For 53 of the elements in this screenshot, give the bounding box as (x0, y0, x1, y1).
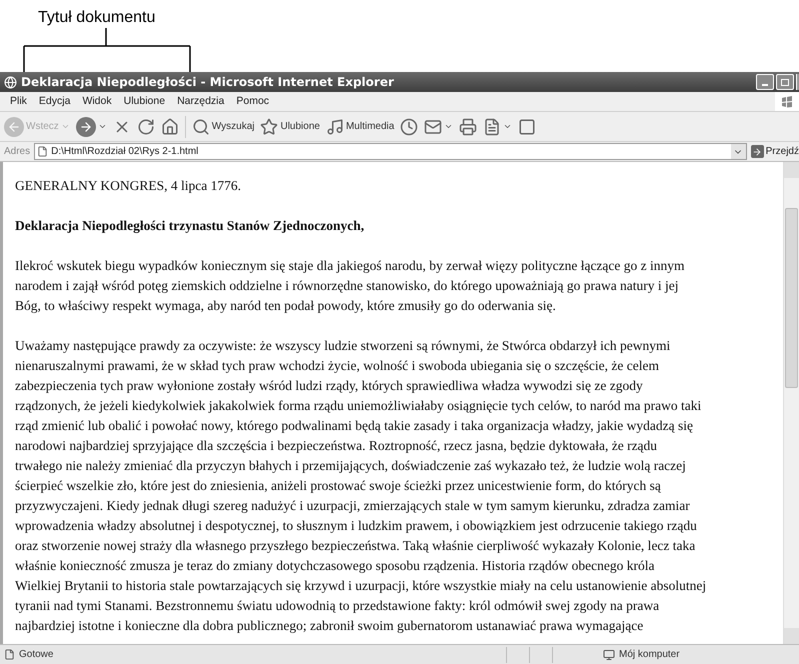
toolbar-button[interactable] (136, 118, 155, 136)
caret-icon (503, 122, 512, 131)
toolbar-button[interactable] (76, 116, 107, 136)
toolbar-button[interactable]: Wyszukaj (192, 118, 254, 136)
caret-icon (444, 122, 454, 131)
browser-icon (4, 76, 17, 88)
dropdown-button[interactable] (730, 144, 746, 159)
body-paragraph: Ilekroć wskutek biegu wypadków koniecznym się staje dla jakiegoś narodu, by zerwał więzy polityczne łączące go z innym narodem i zajął wśród potęg ziemskich oddzielne i równorzędne stanowisko, do którego upoważniają go prawa natury i jej Bóg, to właściwy respekt wymaga, aby naród ten podał powody, które zmusiły go do oderwania się. (15, 257, 685, 315)
menu-item[interactable]: Widok (76, 94, 118, 110)
menu-item[interactable]: Edycja (32, 94, 76, 110)
toolbar-button[interactable] (160, 118, 179, 136)
minimize-button[interactable] (756, 74, 774, 90)
menu-item[interactable]: Plik (4, 94, 33, 110)
star-icon (260, 118, 278, 136)
house-icon (160, 118, 179, 136)
close-button[interactable] (796, 74, 799, 90)
toolbar-button[interactable] (424, 118, 454, 136)
toolbar-button[interactable] (483, 118, 512, 136)
callout-label: Tytuł dokumentu (38, 8, 156, 28)
zone-text: Mój komputer (619, 648, 681, 662)
scroll-thumb[interactable] (785, 208, 798, 388)
dateline-text: GENERALNY KONGRES, 4 lipca 1776. (15, 177, 241, 195)
toolbar-button[interactable]: Multimedia (326, 118, 394, 136)
address-field[interactable]: D:\Html\Rozdział 02\Rys 2-1.html (34, 143, 747, 160)
page-icon (37, 146, 48, 157)
refresh-icon (136, 118, 155, 136)
envelope-icon (424, 118, 442, 136)
caret-icon (60, 122, 70, 131)
search-icon (192, 118, 210, 136)
toolbar-button[interactable] (400, 118, 418, 136)
restore-button[interactable] (776, 74, 794, 90)
menu-item[interactable]: Ulubione (118, 94, 172, 110)
printer-icon (459, 118, 478, 136)
computer-icon (603, 648, 615, 660)
status-text: Gotowe (19, 648, 54, 662)
address-label: Adres (4, 145, 30, 159)
caret-icon (98, 122, 107, 131)
toolbar-button[interactable]: Ulubione (260, 118, 320, 136)
window-title: Deklaracja Niepodległości - Microsoft Internet Explorer (21, 74, 394, 91)
vertical-scrollbar[interactable] (783, 162, 799, 644)
document-icon (483, 118, 502, 136)
clock-icon (400, 118, 418, 136)
music-note-icon (326, 118, 344, 136)
toolbar-button[interactable] (518, 118, 536, 136)
flag-icon (781, 96, 793, 108)
menu-item[interactable]: Pomoc (230, 94, 276, 110)
toolbar-button[interactable] (459, 118, 478, 136)
go-button[interactable]: Przejdź (750, 144, 799, 159)
page-icon (4, 649, 15, 660)
body-paragraph: Uważamy następujące prawdy za oczywiste: że wszyscy ludzie stworzeni są równymi, że Stwórca obdarzył ich pewnymi nienaruszalnymi prawami, że w skład tych praw wchodzi życie, wolność i swoboda ubiegania się o szczęście, że celem zabezpieczenia tych praw wyłonione zostały wśród ludzi rządy, których sprawiedliwa władza wywodzi się ze zgody rządzonych, że jeżeli kiedykolwiek jakakolwiek forma rządu uniemożliwiałaby osiągnięcie tych celów, to naród ma prawo taki rząd zmienić lub obalić i powołać nowy, którego podwalinami będą takie zasady i taka organizacja władzy, jakie wydadzą się narodowi najbardziej sprzyjające dla szczęścia i bezpieczeństwa. Roztropność, rzecz jasna, będzie dyktowała, że rządu trwałego nie należy zmieniać dla przyczyn błahych i przemijających, doświadczenie zaś wykazało też, że ludzie wolą raczej ścierpieć wszelkie zło, które jest do zniesienia, aniżeli prostować swoje ścieżki przez unicestwienie form, do których są przyzwyczajeni. Kiedy jednak długi szereg nadużyć i uzurpacji, zmierzających stale w tym samym kierunku, zdradza zamiar wprowadzenia władzy absolutnej i despotycznej, to słusznym i ludzkim prawem, i obowiązkiem jest odrzucenie takiego rządu oraz stworzenie nowej straży dla własnego przyszłego bezpieczeństwa. Taką właśnie cierpliwość wykazały Kolonie, lecz taka właśnie konieczność zmusza je teraz do zmiany dotychczasowego sposobu rządzenia. Historia rządów obecnego króla Wielkiej Brytanii to historia stale powtarzających się krzywd i uzurpacji, które wszystkie miały na celu ustanowienie absolutnej tyranii nad tymi Stanami. Bezstronnemu światu udowodnią to przedstawione fakty: król odmówił swej zgody na prawa najbardziej istotne i konieczne dla dobra publicznego; zabronił swoim gubernatorom ustanawiać prawa wymagające (15, 337, 706, 635)
square-icon (518, 118, 536, 136)
menu-item[interactable]: Narzędzia (171, 94, 230, 110)
document-heading: Deklaracja Niepodległości trzynastu Stanów Zjednoczonych, (15, 217, 364, 235)
